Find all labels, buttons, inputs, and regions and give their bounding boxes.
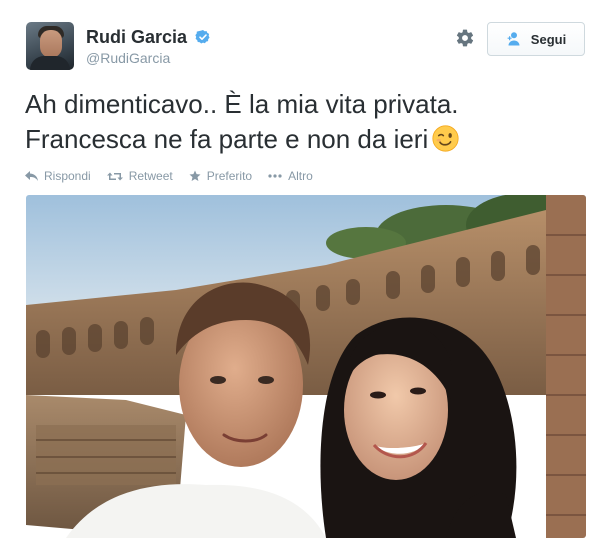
- follow-button[interactable]: Segui: [487, 22, 585, 56]
- retweet-icon: [106, 172, 123, 180]
- colosseum-selfie-image: [26, 195, 586, 538]
- retweet-label: Retweet: [128, 169, 173, 183]
- user-handle[interactable]: @RudiGarcia: [86, 50, 211, 66]
- add-user-icon: [507, 32, 520, 46]
- tweet-photo[interactable]: [26, 195, 586, 538]
- more-action[interactable]: Altro: [268, 169, 313, 183]
- favorite-label: Preferito: [206, 169, 253, 183]
- favorite-action[interactable]: Preferito: [189, 169, 252, 183]
- tweet-text-line-2-content: Francesca ne fa parte e non da ieri: [25, 124, 429, 154]
- follow-button-label: Segui: [530, 31, 567, 47]
- more-dots-icon: [268, 174, 282, 178]
- more-label: Altro: [288, 169, 313, 183]
- display-name[interactable]: Rudi Garcia: [86, 26, 187, 48]
- tweet-actions: Rispondi Retweet Preferito Altro: [25, 168, 329, 184]
- tweet-text-line-1: Ah dimenticavo.. È la mia vita privata.: [25, 89, 459, 119]
- verified-badge-icon: [195, 30, 211, 44]
- reply-icon: [25, 170, 38, 181]
- winking-face-emoji-icon: [432, 125, 459, 152]
- tweet-text-line-2: Francesca ne fa parte e non da ieri: [25, 122, 585, 157]
- gear-icon[interactable]: [455, 28, 475, 48]
- avatar[interactable]: [26, 22, 74, 70]
- tweet-text: Ah dimenticavo.. È la mia vita privata. …: [25, 87, 585, 157]
- reply-action[interactable]: Rispondi: [25, 169, 91, 183]
- user-info: Rudi Garcia @RudiGarcia: [86, 26, 211, 66]
- reply-label: Rispondi: [44, 169, 91, 183]
- star-icon: [189, 170, 201, 181]
- retweet-action[interactable]: Retweet: [106, 169, 173, 183]
